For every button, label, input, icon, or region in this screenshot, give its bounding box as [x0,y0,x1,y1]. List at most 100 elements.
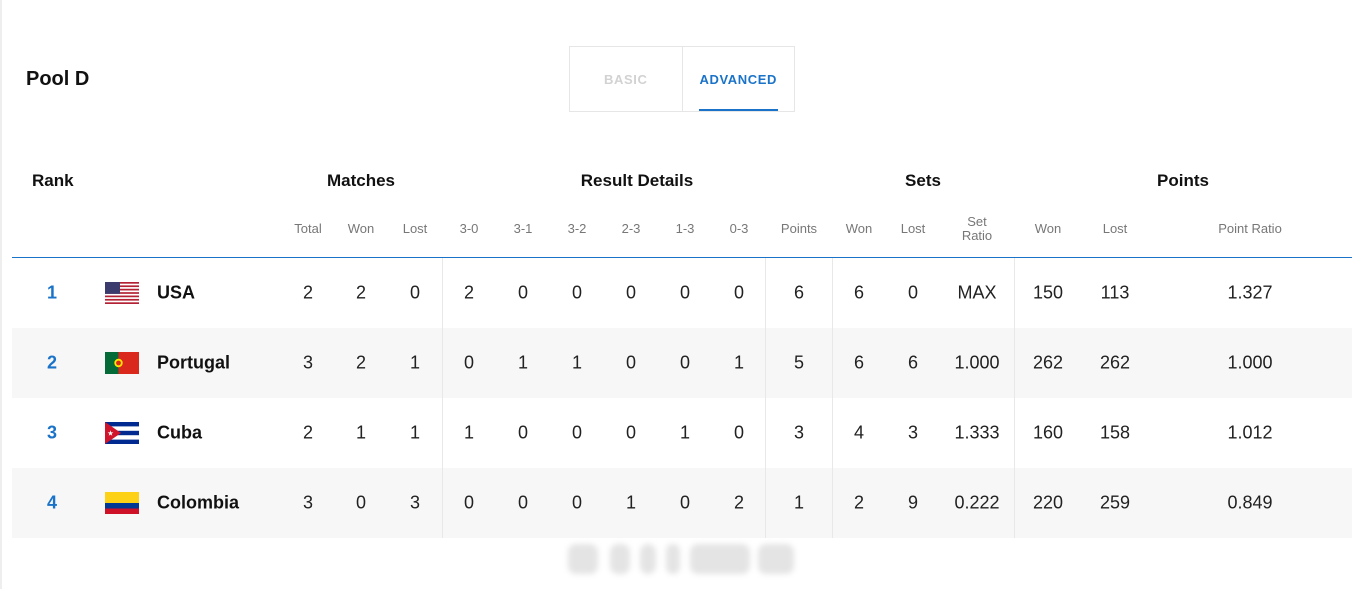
tab-advanced[interactable]: ADVANCED [683,47,795,111]
stat-cell-won: 1 [355,422,367,443]
stat-cell-3-2: 0 [571,492,583,513]
stat-cell-3-0: 0 [463,492,475,513]
matches-header: Matches [326,171,396,190]
stat-cell-point-ratio: 1.327 [1227,282,1273,303]
cuba-flag-icon [105,422,139,444]
stat-cell-lost: 0 [409,282,421,303]
column-header-set-ratio: Set Ratio [961,214,993,243]
team-name[interactable]: Portugal [157,353,230,374]
stat-cell-won: 2 [355,352,367,373]
column-separator [1014,258,1015,538]
stat-cell-1-3: 0 [679,282,691,303]
stat-cell-2-3: 0 [625,422,637,443]
stat-cell-lost: 158 [1099,422,1131,443]
rank-cell: 4 [46,492,58,513]
stat-cell-3-0: 0 [463,352,475,373]
stat-cell-set-ratio: MAX [957,282,997,303]
stat-cell-lost: 259 [1099,492,1131,513]
stat-cell-3-1: 0 [517,282,529,303]
stat-cell-1-3: 0 [679,492,691,513]
tab-basic[interactable]: BASIC [570,47,683,111]
left-border [0,0,2,589]
column-header-lost: Lost [1102,221,1128,236]
stat-cell-won: 262 [1032,352,1064,373]
column-header-3-2: 3-2 [567,221,587,236]
stat-cell-won: 220 [1032,492,1064,513]
table-row[interactable]: 1 USA 2 2 0 2 0 0 0 0 0 6 6 0 MAX 150 113 1.327 [12,258,1352,328]
stat-cell-lost: 9 [907,492,919,513]
view-tabs: BASIC ADVANCED [569,46,795,112]
table-row[interactable]: 2 Portugal 3 2 1 0 1 1 0 0 1 5 6 6 1.000 262 262 1.000 [12,328,1352,398]
stat-cell-points: 1 [793,492,805,513]
stat-cell-2-3: 0 [625,352,637,373]
column-header-lost: Lost [900,221,926,236]
stat-cell-point-ratio: 1.012 [1227,422,1273,443]
stat-cell-won: 4 [853,422,865,443]
points-header: Points [1157,171,1209,190]
rank-cell: 2 [46,352,58,373]
stat-cell-3-2: 0 [571,282,583,303]
stat-cell-total: 3 [302,492,314,513]
column-header-points: Points [780,221,818,236]
table-row[interactable]: 4 Colombia 3 0 3 0 0 0 1 0 2 1 2 9 0.222 220 259 0.849 [12,468,1352,538]
stat-cell-won: 150 [1032,282,1064,303]
column-header-2-3: 2-3 [621,221,641,236]
table-row[interactable]: 3 Cuba 2 1 1 1 0 0 0 1 0 3 4 3 1.333 160 158 1.012 [12,398,1352,468]
stat-cell-lost: 3 [409,492,421,513]
stat-cell-points: 6 [793,282,805,303]
stat-cell-1-3: 1 [679,422,691,443]
column-header-won: Won [845,221,873,236]
stat-cell-0-3: 1 [733,352,745,373]
column-header-won: Won [1034,221,1062,236]
rank-cell: 1 [46,282,58,303]
stat-cell-2-3: 1 [625,492,637,513]
rank-cell: 3 [46,422,58,443]
stat-cell-points: 3 [793,422,805,443]
column-header-total: Total [294,221,322,236]
pool-title: Pool D [26,68,90,90]
sets-header: Sets [905,171,941,190]
stat-cell-3-2: 1 [571,352,583,373]
column-header-1-3: 1-3 [675,221,695,236]
stat-cell-won: 2 [355,282,367,303]
stat-cell-lost: 1 [409,352,421,373]
stat-cell-1-3: 0 [679,352,691,373]
stat-cell-set-ratio: 1.333 [954,422,1000,443]
column-header-lost: Lost [402,221,428,236]
column-header-point-ratio: Point Ratio [1218,221,1282,236]
stat-cell-3-1: 1 [517,352,529,373]
stat-cell-won: 6 [853,282,865,303]
stat-cell-total: 2 [302,422,314,443]
stat-cell-set-ratio: 0.222 [954,492,1000,513]
team-name[interactable]: Cuba [157,423,202,444]
stat-cell-total: 2 [302,282,314,303]
stat-cell-won: 160 [1032,422,1064,443]
stat-cell-point-ratio: 1.000 [1227,352,1273,373]
column-separator [832,258,833,538]
team-name[interactable]: Colombia [157,493,239,514]
blurred-watermark [568,540,796,578]
stat-cell-0-3: 0 [733,422,745,443]
stat-cell-lost: 113 [1100,282,1130,303]
stat-cell-3-2: 0 [571,422,583,443]
stat-cell-set-ratio: 1.000 [954,352,1000,373]
stat-cell-won: 0 [355,492,367,513]
column-header-3-0: 3-0 [459,221,479,236]
rank-header: Rank [32,171,74,190]
column-header-0-3: 0-3 [729,221,749,236]
column-header-won: Won [347,221,375,236]
stat-cell-points: 5 [793,352,805,373]
usa-flag-icon [105,282,139,304]
column-separator [442,258,443,538]
stat-cell-3-1: 0 [517,422,529,443]
stat-cell-3-0: 2 [463,282,475,303]
team-name[interactable]: USA [157,283,195,304]
result-details-header: Result Details [580,171,694,190]
colombia-flag-icon [105,492,139,514]
stat-cell-3-1: 0 [517,492,529,513]
stat-cell-2-3: 0 [625,282,637,303]
column-header-3-1: 3-1 [513,221,533,236]
stat-cell-won: 6 [853,352,865,373]
stat-cell-lost: 6 [907,352,919,373]
stat-cell-3-0: 1 [463,422,475,443]
